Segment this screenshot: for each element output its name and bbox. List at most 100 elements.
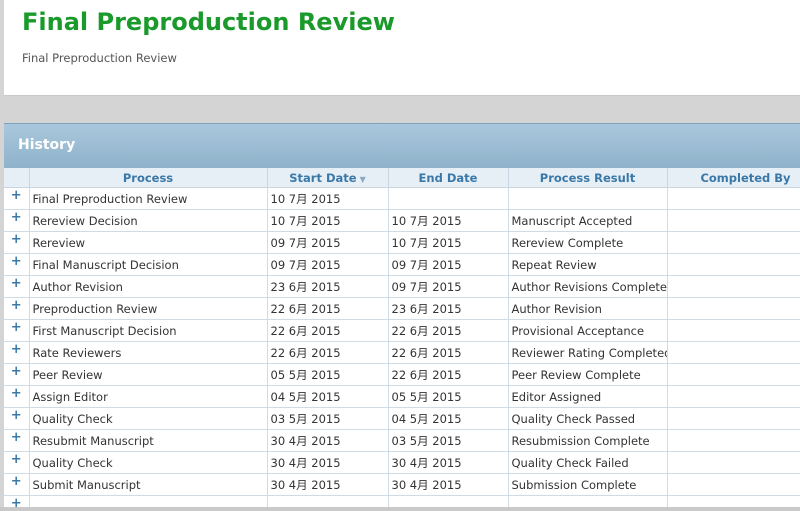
cell-process: Rereview: [29, 231, 268, 254]
cell-process: Rate Reviewers: [29, 341, 268, 364]
table-row[interactable]: + Author Revision 23 6月 2015 09 7月 2015 Auth…: [4, 275, 800, 298]
cell-process: Final Preproduction Review: [29, 187, 268, 210]
expand-row-icon[interactable]: +: [4, 385, 30, 408]
expand-row-icon[interactable]: +: [4, 429, 30, 452]
column-header-start-date[interactable]: Start Date ▼: [267, 168, 389, 188]
page-subtitle: Final Preproduction Review: [22, 51, 177, 65]
cell-process-result: Reviewer Rating Completed: [508, 341, 668, 364]
cell-process-result: Editor Assigned: [508, 385, 668, 408]
expand-row-icon[interactable]: +: [4, 407, 30, 430]
expand-row-icon[interactable]: +: [4, 341, 30, 364]
expand-row-icon[interactable]: +: [4, 209, 30, 232]
cell-completed-by: [667, 319, 800, 342]
table-row[interactable]: + Submit Manuscript 30 4月 2015 30 4月 2015 Su…: [4, 473, 800, 496]
cell-process-result: Author Revisions Complete: [508, 275, 668, 298]
history-panel: History Process Start Date ▼ End Date Pro…: [4, 123, 800, 511]
column-header-completed-by[interactable]: Completed By: [667, 168, 800, 188]
cell-end-date: 09 7月 2015: [388, 253, 509, 276]
cell-end-date: 22 6月 2015: [388, 341, 509, 364]
table-row[interactable]: + Peer Review 05 5月 2015 22 6月 2015 Peer Rev…: [4, 363, 800, 386]
status-bar: [0, 507, 800, 511]
cell-start-date: 04 5月 2015: [267, 385, 389, 408]
column-header-process[interactable]: Process: [29, 168, 268, 188]
cell-completed-by: [667, 275, 800, 298]
cell-start-date: 05 5月 2015: [267, 363, 389, 386]
column-header-end-date[interactable]: End Date: [388, 168, 509, 188]
cell-process: Peer Review: [29, 363, 268, 386]
cell-end-date: 03 5月 2015: [388, 429, 509, 452]
expand-column-header: [4, 168, 30, 188]
cell-end-date: 04 5月 2015: [388, 407, 509, 430]
cell-process: Resubmit Manuscript: [29, 429, 268, 452]
table-row[interactable]: + Rate Reviewers 22 6月 2015 22 6月 2015 Revie…: [4, 341, 800, 364]
expand-row-icon[interactable]: +: [4, 297, 30, 320]
page-header-panel: Final Preproduction Review Final Preprod…: [4, 0, 800, 96]
cell-completed-by: [667, 187, 800, 210]
table-row[interactable]: + Final Manuscript Decision 09 7月 2015 09 7…: [4, 253, 800, 276]
cell-process: Submit Manuscript: [29, 473, 268, 496]
cell-completed-by: [667, 341, 800, 364]
cell-completed-by: [667, 253, 800, 276]
table-row[interactable]: + Preproduction Review 22 6月 2015 23 6月 201…: [4, 297, 800, 320]
cell-end-date: 05 5月 2015: [388, 385, 509, 408]
table-row[interactable]: + Quality Check 03 5月 2015 04 5月 2015 Qualit…: [4, 407, 800, 430]
table-row[interactable]: + First Manuscript Decision 22 6月 2015 22 6…: [4, 319, 800, 342]
history-table: Process Start Date ▼ End Date Process Res…: [4, 168, 800, 511]
expand-row-icon[interactable]: +: [4, 253, 30, 276]
cell-process: First Manuscript Decision: [29, 319, 268, 342]
table-row[interactable]: + Resubmit Manuscript 30 4月 2015 03 5月 2015…: [4, 429, 800, 452]
cell-start-date: 09 7月 2015: [267, 231, 389, 254]
cell-end-date: 30 4月 2015: [388, 451, 509, 474]
cell-start-date: 23 6月 2015: [267, 275, 389, 298]
table-row[interactable]: + Quality Check 30 4月 2015 30 4月 2015 Qualit…: [4, 451, 800, 474]
cell-end-date: 10 7月 2015: [388, 209, 509, 232]
cell-start-date: 30 4月 2015: [267, 451, 389, 474]
column-header-process-result[interactable]: Process Result: [508, 168, 668, 188]
expand-row-icon[interactable]: +: [4, 187, 30, 210]
expand-row-icon[interactable]: +: [4, 231, 30, 254]
table-row[interactable]: + Final Preproduction Review 10 7月 2015: [4, 187, 800, 210]
table-row[interactable]: + Assign Editor 04 5月 2015 05 5月 2015 Editor…: [4, 385, 800, 408]
cell-completed-by: [667, 209, 800, 232]
history-table-header-row: Process Start Date ▼ End Date Process Res…: [4, 168, 800, 188]
cell-start-date: 22 6月 2015: [267, 319, 389, 342]
cell-start-date: 30 4月 2015: [267, 429, 389, 452]
cell-end-date: 23 6月 2015: [388, 297, 509, 320]
cell-process: Quality Check: [29, 407, 268, 430]
expand-row-icon[interactable]: +: [4, 473, 30, 496]
cell-start-date: 30 4月 2015: [267, 473, 389, 496]
cell-process: Final Manuscript Decision: [29, 253, 268, 276]
cell-start-date: 10 7月 2015: [267, 187, 389, 210]
cell-process-result: Author Revision: [508, 297, 668, 320]
cell-completed-by: [667, 473, 800, 496]
cell-process-result: [508, 187, 668, 210]
expand-row-icon[interactable]: +: [4, 319, 30, 342]
cell-end-date: 30 4月 2015: [388, 473, 509, 496]
cell-process: Preproduction Review: [29, 297, 268, 320]
cell-start-date: 22 6月 2015: [267, 341, 389, 364]
cell-start-date: 10 7月 2015: [267, 209, 389, 232]
expand-row-icon[interactable]: +: [4, 451, 30, 474]
cell-process-result: Quality Check Failed: [508, 451, 668, 474]
cell-start-date: 09 7月 2015: [267, 253, 389, 276]
expand-row-icon[interactable]: +: [4, 275, 30, 298]
cell-process: Author Revision: [29, 275, 268, 298]
cell-process: Assign Editor: [29, 385, 268, 408]
table-row[interactable]: + Rereview Decision 10 7月 2015 10 7月 2015 Ma…: [4, 209, 800, 232]
cell-process-result: Manuscript Accepted: [508, 209, 668, 232]
cell-end-date: 22 6月 2015: [388, 363, 509, 386]
cell-process-result: Repeat Review: [508, 253, 668, 276]
cell-end-date: 09 7月 2015: [388, 275, 509, 298]
page-title: Final Preproduction Review: [22, 8, 395, 36]
expand-row-icon[interactable]: +: [4, 363, 30, 386]
cell-process-result: Rereview Complete: [508, 231, 668, 254]
cell-process-result: Provisional Acceptance: [508, 319, 668, 342]
cell-process: Rereview Decision: [29, 209, 268, 232]
cell-start-date: 22 6月 2015: [267, 297, 389, 320]
cell-process-result: Peer Review Complete: [508, 363, 668, 386]
cell-end-date: [388, 187, 509, 210]
table-row[interactable]: + Rereview 09 7月 2015 10 7月 2015 Rereview Co…: [4, 231, 800, 254]
cell-end-date: 10 7月 2015: [388, 231, 509, 254]
cell-completed-by: [667, 363, 800, 386]
sort-desc-icon[interactable]: ▼: [360, 175, 366, 184]
